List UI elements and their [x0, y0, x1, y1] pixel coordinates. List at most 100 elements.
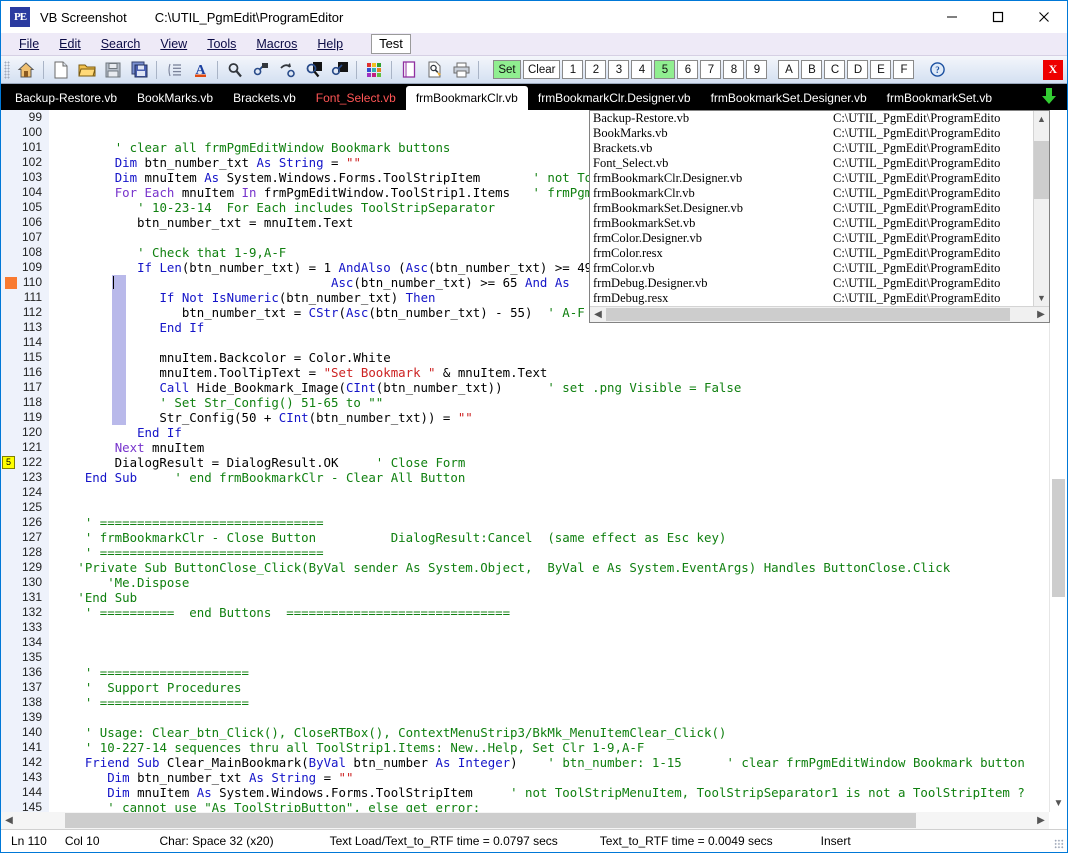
bookmark-key-2[interactable]: 2	[585, 60, 606, 79]
code-line[interactable]: 1225 DialogResult = DialogResult.OK ' Cl…	[1, 455, 1049, 470]
bookmark-key-7[interactable]: 7	[700, 60, 721, 79]
tab-frmbookmarkset-designer[interactable]: frmBookmarkSet.Designer.vb	[701, 87, 877, 110]
resize-grip[interactable]	[1054, 839, 1064, 849]
bookmark-marker-icon[interactable]: 5	[2, 456, 15, 469]
bookmark-key-5[interactable]: 5	[654, 60, 675, 79]
file-list-rows[interactable]: Backup-Restore.vbC:\UTIL_PgmEdit\Program…	[590, 111, 1049, 306]
code-line[interactable]: 129 'Private Sub ButtonClose_Click(ByVal…	[1, 560, 1049, 575]
save-all-icon[interactable]	[126, 58, 152, 82]
close-icon[interactable]	[1021, 1, 1067, 33]
file-list-scroll-up-icon[interactable]: ▲	[1034, 111, 1049, 127]
code-line[interactable]: 120 End If	[1, 425, 1049, 440]
code-line[interactable]: 143 Dim btn_number_txt As String = ""	[1, 770, 1049, 785]
editor-horizontal-thumb[interactable]	[65, 813, 916, 828]
tab-frmbookmarkclr[interactable]: frmBookmarkClr.vb	[406, 86, 528, 110]
home-icon[interactable]	[13, 58, 39, 82]
test-button[interactable]: Test	[371, 34, 411, 54]
bookmark-key-c[interactable]: C	[824, 60, 845, 79]
file-list-item[interactable]: Brackets.vbC:\UTIL_PgmEdit\ProgramEdito	[590, 141, 1049, 156]
code-line[interactable]: 133	[1, 620, 1049, 635]
bookmark-set-button[interactable]: Set	[493, 60, 521, 79]
file-list-scroll-left-icon[interactable]: ◀	[590, 307, 606, 322]
bookmark-key-3[interactable]: 3	[608, 60, 629, 79]
replace-icon[interactable]	[326, 58, 352, 82]
bookmark-clear-button[interactable]: Clear	[523, 60, 560, 79]
code-line[interactable]: 127 ' frmBookmarkClr - Close Button Dial…	[1, 530, 1049, 545]
code-line[interactable]: 139	[1, 710, 1049, 725]
file-list-vertical-scrollbar[interactable]: ▲ ▼	[1033, 111, 1049, 306]
file-list-scroll-right-icon[interactable]: ▶	[1033, 307, 1049, 322]
code-line[interactable]: 114	[1, 335, 1049, 350]
editor-horizontal-scrollbar[interactable]: ◀ ▶	[1, 812, 1049, 829]
code-line[interactable]: 119 Str_Config(50 + CInt(btn_number_txt)…	[1, 410, 1049, 425]
print-preview-icon[interactable]	[422, 58, 448, 82]
file-list-item[interactable]: frmDebug.resxC:\UTIL_PgmEdit\ProgramEdit…	[590, 291, 1049, 306]
indent-icon[interactable]	[161, 58, 187, 82]
file-list-scroll-down-icon[interactable]: ▼	[1034, 290, 1049, 306]
code-line[interactable]: 118 ' Set Str_Config() 51-65 to ""	[1, 395, 1049, 410]
goto-icon[interactable]	[274, 58, 300, 82]
bookmark-key-8[interactable]: 8	[723, 60, 744, 79]
file-list-vertical-thumb[interactable]	[1034, 141, 1049, 199]
editor-vertical-scrollbar[interactable]: ▼	[1049, 323, 1067, 812]
code-line[interactable]: 117 Call Hide_Bookmark_Image(CInt(btn_nu…	[1, 380, 1049, 395]
code-line[interactable]: 141 ' 10-227-14 sequences thru all ToolS…	[1, 740, 1049, 755]
bookmark-key-a[interactable]: A	[778, 60, 799, 79]
file-list-panel[interactable]: Backup-Restore.vbC:\UTIL_PgmEdit\Program…	[589, 110, 1050, 323]
toolbar-close-button[interactable]: X	[1043, 60, 1063, 80]
file-list-horizontal-scrollbar[interactable]: ◀ ▶	[590, 306, 1049, 322]
font-icon[interactable]: A	[187, 58, 213, 82]
color-palette-icon[interactable]	[361, 58, 387, 82]
code-line[interactable]: 140 ' Usage: Clear_btn_Click(), CloseRTB…	[1, 725, 1049, 740]
file-list-item[interactable]: Font_Select.vbC:\UTIL_PgmEdit\ProgramEdi…	[590, 156, 1049, 171]
code-line[interactable]: 124	[1, 485, 1049, 500]
menu-item-edit[interactable]: Edit	[49, 35, 91, 53]
code-line[interactable]: 142 Friend Sub Clear_MainBookmark(ByVal …	[1, 755, 1049, 770]
save-icon[interactable]	[100, 58, 126, 82]
code-line[interactable]: 125	[1, 500, 1049, 515]
file-list-item[interactable]: frmColor.Designer.vbC:\UTIL_PgmEdit\Prog…	[590, 231, 1049, 246]
find-next-icon[interactable]	[248, 58, 274, 82]
code-line[interactable]: 126 ' ==============================	[1, 515, 1049, 530]
code-line[interactable]: 136 ' ====================	[1, 665, 1049, 680]
code-line[interactable]: 128 ' ==============================	[1, 545, 1049, 560]
code-line[interactable]: 144 Dim mnuItem As System.Windows.Forms.…	[1, 785, 1049, 800]
file-list-item[interactable]: frmBookmarkClr.vbC:\UTIL_PgmEdit\Program…	[590, 186, 1049, 201]
bookmark-key-d[interactable]: D	[847, 60, 868, 79]
editor-scroll-left-icon[interactable]: ◀	[1, 812, 17, 829]
bookmark-key-9[interactable]: 9	[746, 60, 767, 79]
tab-frmbookmarkset[interactable]: frmBookmarkSet.vb	[877, 87, 1002, 110]
code-line[interactable]: 131 'End Sub	[1, 590, 1049, 605]
file-list-item[interactable]: frmDebug.Designer.vbC:\UTIL_PgmEdit\Prog…	[590, 276, 1049, 291]
download-icon[interactable]	[1041, 87, 1057, 105]
bookmark-key-b[interactable]: B	[801, 60, 822, 79]
file-list-item[interactable]: frmBookmarkSet.vbC:\UTIL_PgmEdit\Program…	[590, 216, 1049, 231]
code-line[interactable]: 130 'Me.Dispose	[1, 575, 1049, 590]
code-line[interactable]: 134	[1, 635, 1049, 650]
editor-vertical-thumb[interactable]	[1052, 479, 1065, 597]
file-list-item[interactable]: frmColor.vbC:\UTIL_PgmEdit\ProgramEdito	[590, 261, 1049, 276]
menu-item-tools[interactable]: Tools	[197, 35, 246, 53]
maximize-icon[interactable]	[975, 1, 1021, 33]
current-line-marker-icon[interactable]	[5, 277, 17, 289]
tab-brackets[interactable]: Brackets.vb	[223, 87, 306, 110]
new-file-icon[interactable]	[48, 58, 74, 82]
bookmark-key-4[interactable]: 4	[631, 60, 652, 79]
file-list-horizontal-thumb[interactable]	[606, 308, 1010, 321]
file-list-item[interactable]: Backup-Restore.vbC:\UTIL_PgmEdit\Program…	[590, 111, 1049, 126]
page-icon[interactable]	[396, 58, 422, 82]
code-line[interactable]: 116 mnuItem.ToolTipText = "Set Bookmark …	[1, 365, 1049, 380]
code-line[interactable]: 145 ' cannot use "As ToolStripButton", e…	[1, 800, 1049, 812]
find-prev-icon[interactable]	[300, 58, 326, 82]
code-line[interactable]: 137 ' Support Procedures	[1, 680, 1049, 695]
editor-scroll-right-icon[interactable]: ▶	[1033, 812, 1049, 829]
help-icon[interactable]: ?	[924, 62, 950, 77]
file-list-item[interactable]: frmBookmarkSet.Designer.vbC:\UTIL_PgmEdi…	[590, 201, 1049, 216]
print-icon[interactable]	[448, 58, 474, 82]
file-list-item[interactable]: frmColor.resxC:\UTIL_PgmEdit\ProgramEdit…	[590, 246, 1049, 261]
toolbar-grip[interactable]	[4, 61, 10, 79]
menu-item-file[interactable]: File	[9, 35, 49, 53]
code-line[interactable]: 115 mnuItem.Backcolor = Color.White	[1, 350, 1049, 365]
open-folder-icon[interactable]	[74, 58, 100, 82]
bookmark-key-f[interactable]: F	[893, 60, 914, 79]
